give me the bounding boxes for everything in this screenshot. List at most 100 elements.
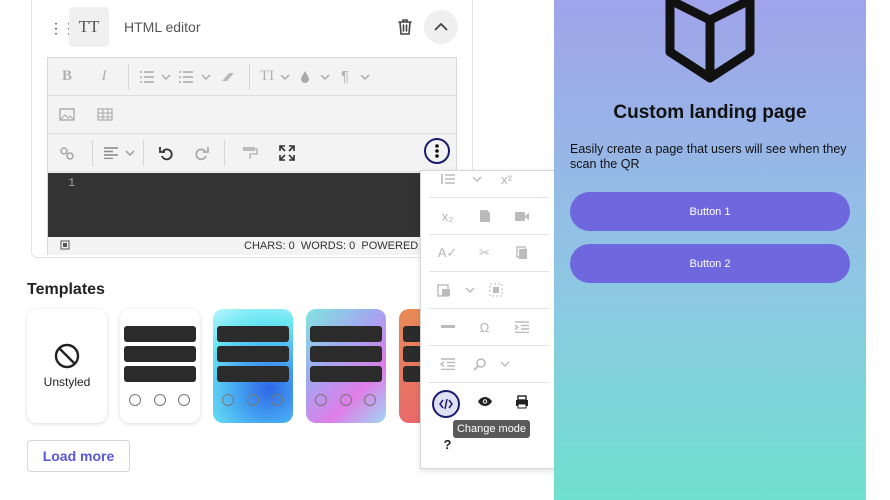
chevron-down-icon[interactable] (199, 62, 213, 92)
template-dot (247, 394, 259, 406)
toolbar-divider (143, 139, 144, 166)
overflow-row-1: x² (429, 161, 549, 198)
eraser-icon[interactable] (213, 62, 243, 92)
template-blue[interactable] (213, 309, 293, 423)
template-bar (124, 326, 196, 342)
print-icon[interactable] (503, 387, 540, 417)
scissors-icon[interactable]: ✂ (466, 238, 503, 268)
paste-icon[interactable] (429, 275, 459, 305)
indent-icon[interactable] (503, 312, 540, 342)
search-icon[interactable] (466, 349, 494, 379)
horizontal-rule-icon[interactable] (429, 312, 466, 342)
paragraph-icon[interactable]: ¶ (332, 62, 358, 92)
template-dot (154, 394, 166, 406)
template-dot (364, 394, 376, 406)
color-drop-icon[interactable] (292, 62, 318, 92)
resize-icon[interactable] (60, 240, 70, 250)
spellcheck-icon[interactable]: A✓ (429, 238, 466, 268)
template-bar (124, 346, 196, 362)
overflow-row-6 (429, 346, 549, 383)
template-dot (315, 394, 327, 406)
status-text: CHARS: 0 WORDS: 0 POWERED BY (244, 240, 436, 252)
template-bar (217, 326, 289, 342)
code-icon (439, 398, 453, 410)
load-more-button[interactable]: Load more (27, 440, 130, 472)
rich-text-editor: B I TI ¶ 1 CHARS: 0 WORDS: 0 POWERED BY (47, 57, 457, 255)
image-icon[interactable] (48, 100, 86, 130)
template-plain[interactable] (120, 309, 200, 423)
redo-icon[interactable] (184, 138, 218, 168)
template-dot (178, 394, 190, 406)
select-all-icon[interactable] (481, 275, 511, 305)
numbered-list-icon[interactable] (173, 62, 199, 92)
trash-icon[interactable] (395, 17, 415, 37)
line-number: 1 (68, 176, 76, 190)
template-bar (217, 346, 289, 362)
preview-button-2[interactable]: Button 2 (570, 244, 850, 283)
preview-eye-icon[interactable] (466, 387, 503, 417)
toolbar-row-3 (48, 134, 456, 172)
no-entry-icon (54, 343, 80, 369)
preview-title: Custom landing page (613, 102, 807, 123)
chevron-down-icon[interactable] (278, 62, 292, 92)
template-bar (310, 326, 382, 342)
chevron-down-icon[interactable] (459, 275, 481, 305)
text-type-icon: TT (69, 7, 109, 47)
template-holographic[interactable] (306, 309, 386, 423)
chevron-down-icon[interactable] (466, 164, 488, 194)
unstyled-label: Unstyled (43, 375, 91, 389)
italic-icon[interactable]: I (86, 62, 122, 92)
overflow-row-3: A✓ ✂ (429, 235, 549, 272)
template-unstyled[interactable]: Unstyled (27, 309, 107, 423)
bold-icon[interactable]: B (48, 62, 86, 92)
overflow-row-4 (429, 272, 549, 309)
toolbar-divider (92, 139, 93, 166)
overflow-row-2: x₂ (429, 198, 549, 235)
video-icon[interactable] (503, 201, 540, 231)
outdent-icon[interactable] (429, 349, 466, 379)
copy-icon[interactable] (503, 238, 540, 268)
block-title: HTML editor (124, 19, 201, 35)
code-area[interactable]: 1 (48, 173, 456, 237)
fullscreen-icon[interactable] (269, 138, 305, 168)
font-size-icon[interactable]: TI (256, 62, 278, 92)
preview-button-1[interactable]: Button 1 (570, 192, 850, 231)
change-mode-tooltip: Change mode (453, 420, 530, 438)
template-bar (310, 366, 382, 382)
chevron-down-icon[interactable] (358, 62, 372, 92)
chars-count: CHARS: 0 (244, 240, 295, 252)
overflow-row-5: Ω (429, 309, 549, 346)
type-glyph: TT (78, 17, 100, 36)
bullet-list-icon[interactable] (135, 62, 159, 92)
chevron-down-icon[interactable] (123, 138, 137, 168)
superscript-icon[interactable]: x² (488, 164, 525, 194)
chevron-down-icon[interactable] (159, 62, 173, 92)
toolbar-row-2 (48, 96, 456, 134)
chevron-down-icon[interactable] (318, 62, 332, 92)
subscript-icon[interactable]: x₂ (429, 201, 466, 231)
template-bar (217, 366, 289, 382)
template-dot (129, 394, 141, 406)
collapse-button[interactable] (424, 10, 458, 44)
template-dot (271, 394, 283, 406)
format-painter-icon[interactable] (231, 138, 269, 168)
line-height-icon[interactable] (429, 164, 466, 194)
toolbar-divider (249, 63, 250, 90)
undo-icon[interactable] (150, 138, 184, 168)
template-dot (340, 394, 352, 406)
link-icon[interactable] (48, 138, 86, 168)
template-bar (403, 326, 421, 342)
omega-icon[interactable]: Ω (466, 312, 503, 342)
toolbar-divider (224, 139, 225, 166)
template-orange-partial[interactable] (399, 309, 421, 423)
template-bar (403, 346, 421, 362)
table-icon[interactable] (86, 100, 124, 130)
template-bar (310, 346, 382, 362)
align-icon[interactable] (99, 138, 123, 168)
templates-heading: Templates (27, 281, 105, 298)
status-bar: CHARS: 0 WORDS: 0 POWERED BY (48, 237, 456, 255)
file-icon[interactable] (466, 201, 503, 231)
chevron-up-icon (434, 22, 448, 31)
chevron-down-icon[interactable] (494, 349, 516, 379)
code-view-button[interactable] (432, 390, 460, 418)
